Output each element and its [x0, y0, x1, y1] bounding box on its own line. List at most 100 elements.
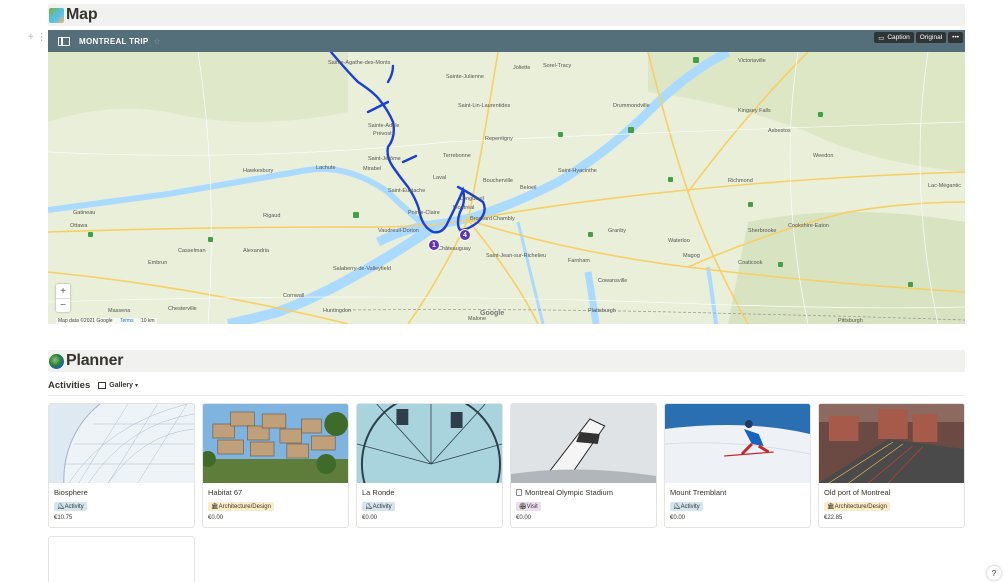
- svg-text:Terrebonne: Terrebonne: [443, 153, 471, 159]
- svg-text:Lac-Mégantic: Lac-Mégantic: [928, 183, 961, 189]
- svg-text:Prévost: Prévost: [373, 131, 392, 137]
- svg-text:Gatineau: Gatineau: [73, 210, 95, 216]
- map-embed: MONTREAL TRIP ☆ ▭ Caption Original ••• S…: [48, 30, 965, 324]
- svg-text:Laval: Laval: [433, 175, 446, 181]
- svg-text:Alexandria: Alexandria: [243, 248, 270, 254]
- new-card-placeholder[interactable]: [48, 536, 195, 582]
- svg-text:Saint-Hyacinthe: Saint-Hyacinthe: [558, 168, 597, 174]
- tag-emoji-icon: 🏟: [519, 504, 527, 510]
- chevron-down-icon: ▾: [135, 382, 139, 389]
- svg-text:Lachute: Lachute: [316, 165, 336, 171]
- zoom-out-button[interactable]: −: [56, 298, 70, 312]
- svg-text:Coaticook: Coaticook: [738, 260, 763, 266]
- star-icon[interactable]: ☆: [154, 37, 161, 46]
- tag-emoji-icon: 🏛: [211, 504, 219, 510]
- svg-text:Saint-Eustache: Saint-Eustache: [388, 188, 425, 194]
- svg-text:Saint-Jean-sur-Richelieu: Saint-Jean-sur-Richelieu: [486, 253, 546, 259]
- svg-text:Repentigny: Repentigny: [485, 136, 513, 142]
- card-title: Biosphere: [54, 488, 88, 497]
- zoom-control: + −: [56, 284, 70, 312]
- svg-text:Sainte-Agathe-des-Monts: Sainte-Agathe-des-Monts: [328, 60, 391, 66]
- svg-text:Plattsburgh: Plattsburgh: [588, 308, 616, 314]
- gallery-view-selector[interactable]: Gallery ▾: [98, 381, 139, 389]
- svg-text:Drummondville: Drummondville: [613, 103, 650, 109]
- mount-tremblant-image: [665, 404, 810, 483]
- svg-text:Farnham: Farnham: [568, 258, 590, 264]
- svg-text:Chesterville: Chesterville: [168, 306, 197, 312]
- gallery-card-mount-tremblant[interactable]: Mount Tremblant ⛸Activity €0.00: [664, 403, 811, 528]
- svg-text:Granby: Granby: [608, 228, 626, 234]
- svg-text:Châteauguay: Châteauguay: [438, 246, 471, 252]
- svg-text:Pointe-Claire: Pointe-Claire: [408, 210, 440, 216]
- map-footer: Map data ©2021 Google Terms 10 km: [56, 318, 157, 324]
- card-price: €22.85: [824, 515, 843, 521]
- svg-text:Embrun: Embrun: [148, 260, 167, 266]
- svg-text:Victoriaville: Victoriaville: [738, 58, 766, 64]
- svg-text:Hawkesbury: Hawkesbury: [243, 168, 274, 174]
- more-options-button[interactable]: •••: [948, 32, 963, 43]
- gallery-card-habitat-67[interactable]: Habitat 67 🏛Architecture/Design €0.00: [202, 403, 349, 528]
- caption-label: Caption: [887, 34, 910, 41]
- svg-text:Saint-Jérôme: Saint-Jérôme: [368, 156, 401, 162]
- gallery-icon: [98, 381, 107, 389]
- route-pin-1[interactable]: 1: [428, 239, 440, 251]
- sidebar-toggle-icon[interactable]: [58, 36, 70, 46]
- map-canvas[interactable]: Sainte-Agathe-des-Monts Sainte-Adèle Pré…: [48, 52, 965, 324]
- svg-text:Sainte-Julienne: Sainte-Julienne: [446, 74, 484, 80]
- category-tag: 🏛Architecture/Design: [824, 502, 890, 511]
- activities-title: Activities: [48, 379, 91, 391]
- gallery-card-la-ronde[interactable]: La Ronde ⛸Activity €0.00: [356, 403, 503, 528]
- svg-text:Cookshire-Eaton: Cookshire-Eaton: [788, 223, 829, 229]
- zoom-in-button[interactable]: +: [56, 284, 70, 298]
- svg-text:Salaberry-de-Valleyfield: Salaberry-de-Valleyfield: [333, 266, 391, 272]
- svg-text:Huntingdon: Huntingdon: [323, 308, 351, 314]
- svg-text:Sherbrooke: Sherbrooke: [748, 228, 776, 234]
- gallery-card-biosphere[interactable]: Biosphere ⛸Activity €10.75: [48, 403, 195, 528]
- card-price: €0.00: [670, 515, 686, 521]
- old-port-image: [819, 404, 964, 483]
- svg-text:Cowansville: Cowansville: [598, 278, 627, 284]
- svg-text:Pittsburgh: Pittsburgh: [838, 318, 863, 324]
- card-title: Old port of Montreal: [824, 488, 891, 497]
- embed-toolbar: ▭ Caption Original •••: [874, 32, 963, 43]
- tag-emoji-icon: ⛸: [673, 504, 681, 510]
- category-tag: ⛸Activity: [362, 502, 395, 511]
- activities-header: Activities Gallery ▾: [48, 378, 138, 392]
- original-button[interactable]: Original: [915, 32, 947, 43]
- globe-emoji-icon: [49, 353, 64, 369]
- tag-emoji-icon: ⛸: [365, 504, 373, 510]
- card-price: €0.00: [208, 515, 224, 521]
- card-title: Mount Tremblant: [670, 488, 727, 497]
- card-title: Montreal Olympic Stadium: [516, 488, 613, 497]
- svg-text:Casselman: Casselman: [178, 248, 206, 254]
- svg-text:Chambly: Chambly: [493, 216, 515, 222]
- svg-text:Massena: Massena: [108, 308, 131, 314]
- svg-text:Joliette: Joliette: [513, 65, 530, 71]
- map-section-header: Map: [48, 4, 965, 26]
- svg-text:Sainte-Adèle: Sainte-Adèle: [368, 123, 400, 129]
- gallery-card-olympic-stadium[interactable]: Montreal Olympic Stadium 🏟Visit €0.00: [510, 403, 657, 528]
- svg-text:Vaudreuil-Dorion: Vaudreuil-Dorion: [378, 228, 419, 234]
- map-section-title: Map: [66, 6, 98, 23]
- google-logo: Google: [480, 310, 505, 317]
- scale-label: 10 km: [140, 318, 155, 324]
- svg-text:Brossard: Brossard: [470, 216, 492, 222]
- gallery-card-old-port[interactable]: Old port of Montreal 🏛Architecture/Desig…: [818, 403, 965, 528]
- trip-title: MONTREAL TRIP: [79, 36, 149, 46]
- card-title: Habitat 67: [208, 488, 243, 497]
- help-button[interactable]: ?: [987, 566, 1001, 580]
- planner-section-title: Planner: [66, 352, 124, 369]
- map-emoji-icon: [49, 7, 64, 23]
- svg-text:Asbestos: Asbestos: [768, 128, 791, 134]
- svg-text:Cornwall: Cornwall: [283, 293, 304, 299]
- biosphere-image: [49, 404, 194, 483]
- terms-link[interactable]: Terms: [120, 318, 134, 324]
- card-price: €0.00: [362, 515, 378, 521]
- route-pin-4[interactable]: 4: [459, 229, 471, 241]
- tag-emoji-icon: ⛸: [57, 504, 65, 510]
- card-price: €0.00: [516, 515, 532, 521]
- caption-button[interactable]: ▭ Caption: [874, 32, 914, 43]
- category-tag: ⛸Activity: [54, 502, 87, 511]
- svg-text:Waterloo: Waterloo: [668, 238, 690, 244]
- divider: [48, 395, 965, 396]
